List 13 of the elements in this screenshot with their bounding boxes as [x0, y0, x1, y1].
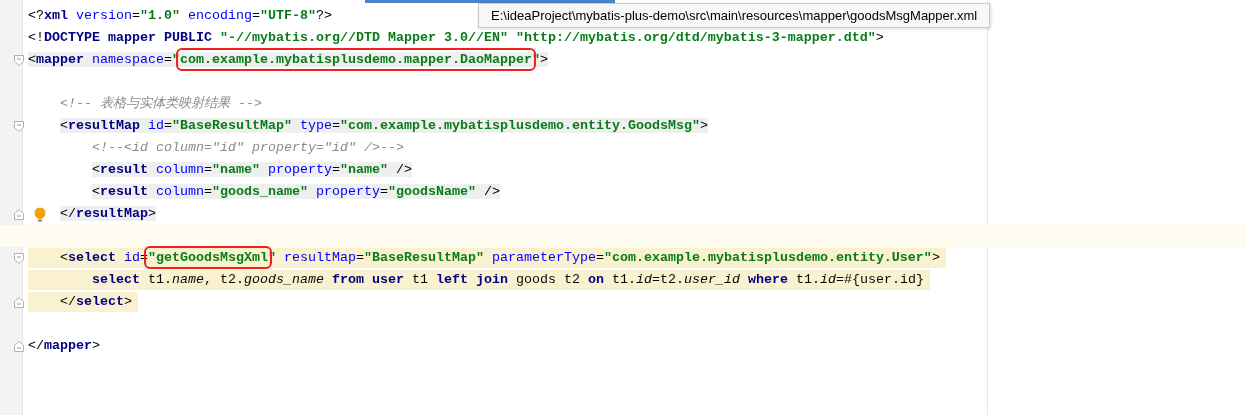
- code-line: </mapper>: [28, 337, 100, 355]
- fold-icon[interactable]: [14, 120, 24, 132]
- fold-icon[interactable]: [14, 296, 24, 308]
- fold-icon[interactable]: [14, 54, 24, 66]
- fold-icon[interactable]: [14, 252, 24, 264]
- code-line: <!-- 表格与实体类映射结果 -->: [59, 95, 262, 113]
- code-line: <!DOCTYPE mapper PUBLIC "-//mybatis.org//DTD Mapper 3.0//EN" "http://mybatis.org/dtd/mybatis-3-mapper.dtd">: [28, 29, 884, 47]
- code-line: <!--<id column="id" property="id" />-->: [91, 139, 404, 157]
- lightbulb-icon[interactable]: [34, 207, 46, 222]
- file-path-tooltip: E:\ideaProject\mybatis-plus-demo\src\main\resources\mapper\goodsMsgMapper.xml: [478, 3, 991, 28]
- code-line: <?xml version="1.0" encoding="UTF-8"?>: [28, 7, 332, 25]
- fold-icon[interactable]: [14, 340, 24, 352]
- fold-icon[interactable]: [14, 208, 24, 220]
